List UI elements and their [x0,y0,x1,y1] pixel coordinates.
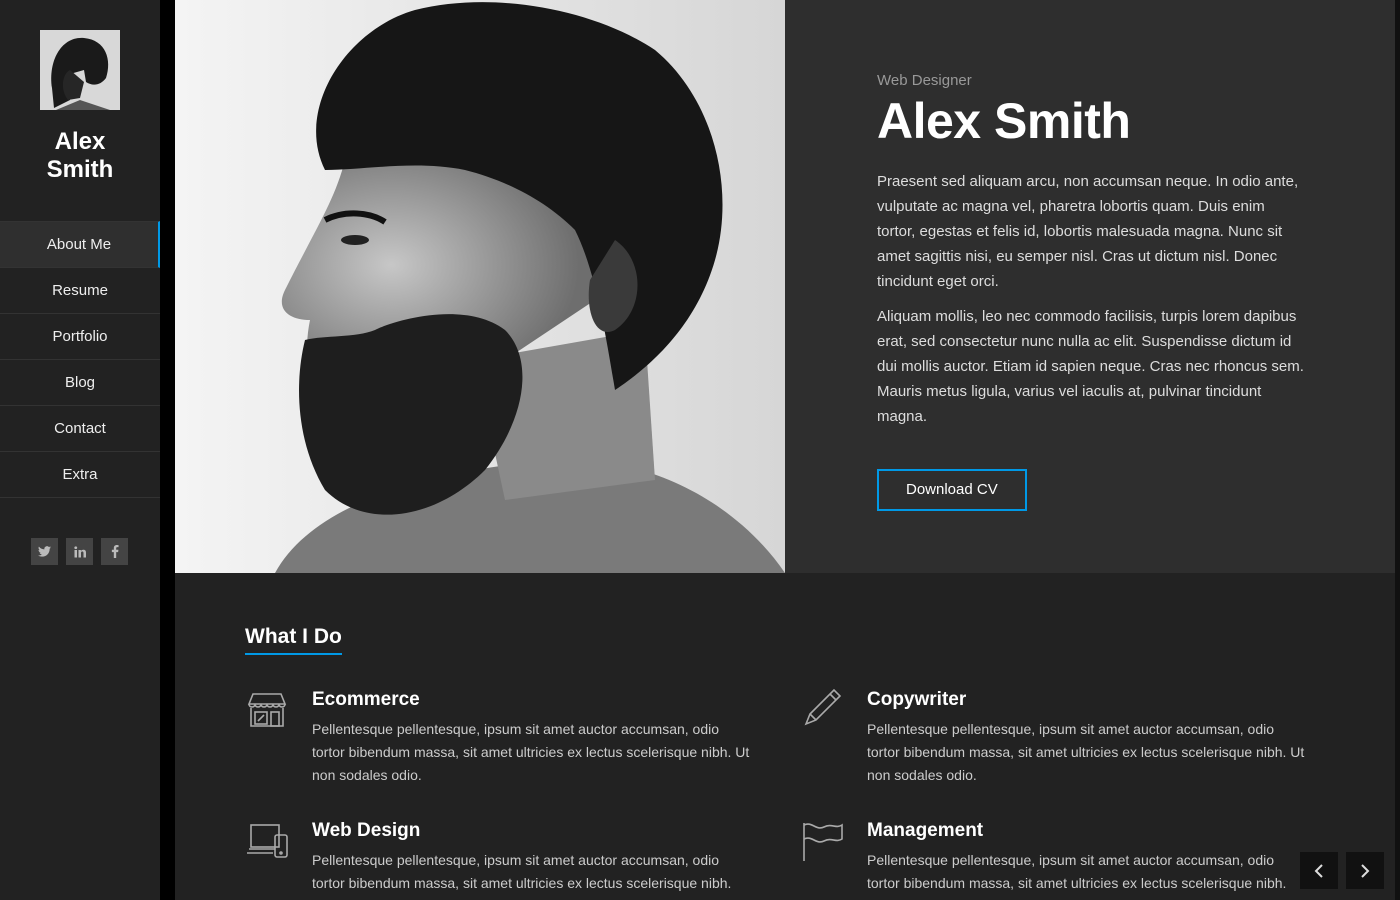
sidebar-gutter [160,0,175,900]
service-title: Management [867,820,984,841]
facebook-icon[interactable] [101,538,128,565]
service-description: Pellentesque pellentesque, ipsum sit ame… [867,721,1305,783]
avatar-portrait [40,30,120,110]
hero-info-panel: Web Designer Alex Smith Praesent sed ali… [785,0,1395,573]
service-title: Ecommerce [312,689,420,710]
main-nav: About Me Resume Portfolio Blog Contact E… [0,221,160,498]
linkedin-icon[interactable] [66,538,93,565]
avatar [40,30,120,110]
service-description: Pellentesque pellentesque, ipsum sit ame… [867,852,1287,891]
flag-icon [800,819,844,863]
page-arrows [1300,852,1384,889]
chevron-right-icon[interactable] [1346,852,1384,889]
nav-item-blog[interactable]: Blog [0,360,160,406]
nav-item-extra[interactable]: Extra [0,452,160,498]
service-title: Web Design [312,820,421,841]
service-description: Pellentesque pellentesque, ipsum sit ame… [312,721,750,783]
chevron-left-icon[interactable] [1300,852,1338,889]
sidebar: Alex Smith About Me Resume Portfolio Blo… [0,0,160,900]
right-edge-strip [1395,0,1400,900]
hero-role: Web Designer [877,72,972,89]
hero-paragraph-1: Praesent sed aliquam arcu, non accumsan … [877,173,1299,290]
twitter-icon[interactable] [31,538,58,565]
what-i-do-section: What I Do Ecommerce Pellentesque pellent… [175,573,1395,900]
store-icon [245,688,289,732]
sidebar-name: Alex Smith [46,128,114,183]
social-links [31,538,128,565]
hero-portrait [175,0,785,573]
pencil-icon [800,686,844,730]
hero-paragraph-2: Aliquam mollis, leo nec commodo facilisi… [877,308,1304,425]
download-cv-button[interactable]: Download CV [877,469,1027,511]
service-description: Pellentesque pellentesque, ipsum sit ame… [312,852,732,891]
section-title: What I Do [245,625,342,655]
hero-name: Alex Smith [877,93,1131,149]
service-title: Copywriter [867,689,967,710]
nav-item-resume[interactable]: Resume [0,268,160,314]
nav-item-portfolio[interactable]: Portfolio [0,314,160,360]
nav-item-about-me[interactable]: About Me [0,221,160,268]
devices-icon [245,819,289,863]
portrait-image [175,0,785,573]
nav-item-contact[interactable]: Contact [0,406,160,452]
